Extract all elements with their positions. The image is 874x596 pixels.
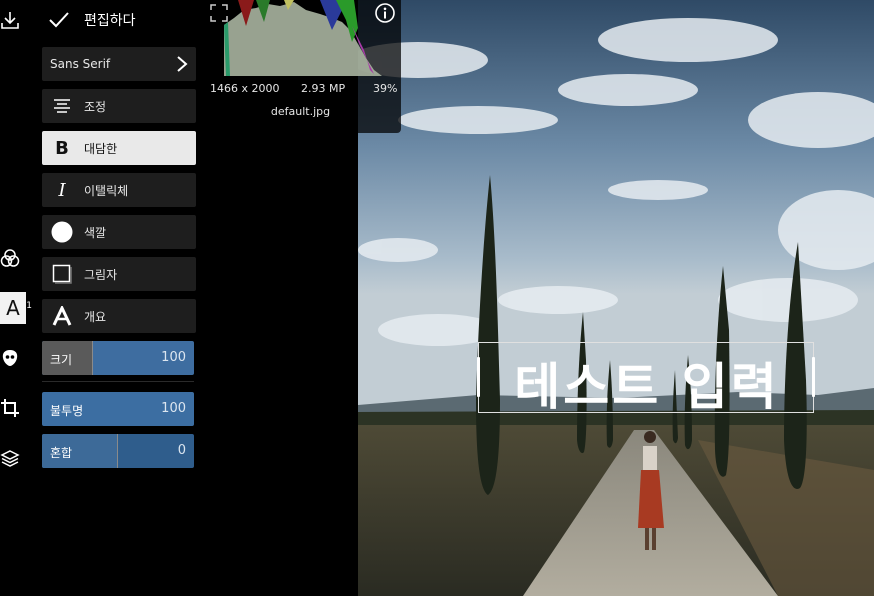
bold-label: 대담한	[84, 141, 118, 156]
outline-button[interactable]: 개요	[42, 299, 196, 333]
done-button[interactable]: 편집하다	[48, 6, 136, 34]
italic-button[interactable]: I 이탤릭체	[42, 173, 196, 207]
overlay-text: 테스트 입력	[514, 358, 780, 416]
text-tool-button[interactable]: A 1	[0, 292, 32, 324]
font-selector[interactable]: Sans Serif	[42, 47, 196, 81]
italic-icon: I	[58, 179, 66, 201]
align-label: 조정	[84, 99, 107, 114]
chevron-right-icon	[177, 56, 188, 72]
color-adjust-icon[interactable]	[0, 248, 20, 268]
bold-button[interactable]: B 대담한	[42, 131, 196, 165]
image-megapixels: 2.93 MP	[301, 82, 346, 95]
check-icon	[49, 12, 69, 28]
tool-sidebar: A 1	[0, 0, 34, 596]
zoom-level: 39%	[373, 82, 398, 95]
shadow-icon	[51, 263, 73, 285]
align-center-icon	[51, 95, 73, 117]
opacity-label: 불투명	[50, 404, 84, 418]
text-settings-panel: 편집하다 Sans Serif 조정 B 대담한 I 이탤릭체 색깔 그림자 개…	[34, 0, 200, 596]
done-label: 편집하다	[84, 13, 136, 29]
size-value: 100	[161, 350, 186, 365]
image-info-panel: 1466 x 2000 2.93 MP 39% default.jpg	[200, 0, 401, 133]
text-tool-badge: 1	[26, 301, 32, 311]
info-icon[interactable]	[375, 3, 395, 23]
download-icon[interactable]	[0, 10, 20, 30]
bold-icon: B	[55, 137, 69, 159]
opacity-slider[interactable]: 불투명 100	[42, 392, 194, 426]
sticker-icon[interactable]	[0, 348, 20, 368]
photo-image	[358, 0, 874, 596]
italic-label: 이탤릭체	[84, 183, 129, 198]
text-tool-glyph: A	[6, 296, 20, 320]
shadow-label: 그림자	[84, 267, 118, 282]
size-label: 크기	[50, 353, 73, 367]
color-label: 색깔	[84, 225, 107, 240]
opacity-value: 100	[161, 401, 186, 416]
blend-value: 0	[177, 443, 186, 458]
font-name: Sans Serif	[50, 57, 111, 71]
histogram-chart	[224, 0, 382, 76]
image-dimensions: 1466 x 2000	[210, 82, 280, 95]
outline-icon	[51, 305, 73, 327]
file-name: default.jpg	[270, 105, 331, 118]
align-button[interactable]: 조정	[42, 89, 196, 123]
color-button[interactable]: 색깔	[42, 215, 196, 249]
size-slider[interactable]: 크기 100	[42, 341, 194, 375]
text-overlay-box[interactable]: 테스트 입력	[477, 342, 815, 416]
shadow-button[interactable]: 그림자	[42, 257, 196, 291]
layers-icon[interactable]	[0, 448, 20, 468]
crop-icon[interactable]	[0, 398, 20, 418]
color-swatch-icon	[51, 221, 73, 243]
blend-slider[interactable]: 혼합 0	[42, 434, 194, 468]
outline-label: 개요	[84, 309, 107, 324]
panel-divider	[42, 381, 194, 382]
blend-label: 혼합	[50, 446, 73, 460]
